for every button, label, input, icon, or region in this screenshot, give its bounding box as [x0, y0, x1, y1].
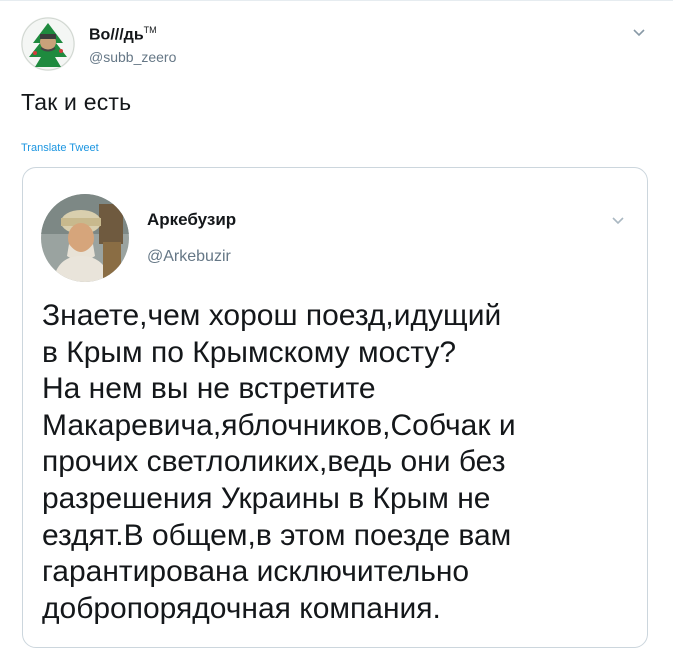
author-avatar[interactable]: [21, 17, 75, 71]
quoted-tweet-text: Знаете,чем хорош поезд,идущий в Крым по …: [42, 298, 632, 627]
tweet-page: Bo///дьTM @subb_zeero Так и есть Transla…: [0, 0, 673, 662]
quoted-text-line: в Крым по Крымскому мосту?: [42, 335, 457, 369]
quoted-text-line: На нем вы не встретите: [42, 372, 376, 406]
translate-tweet-link[interactable]: Translate Tweet: [21, 142, 99, 154]
author-name-text: Bo///дь: [89, 26, 144, 44]
quoted-tweet[interactable]: Аркебузир @Arkebuzir Знаете,чем хорош по…: [22, 167, 648, 648]
author-handle[interactable]: @subb_zeero: [89, 49, 176, 65]
tweet-text: Так и есть: [21, 89, 132, 115]
quoted-author-name[interactable]: Аркебузир: [147, 210, 236, 230]
quoted-text-line: добропорядочная компания.: [42, 591, 441, 625]
quoted-text-line: Знаете,чем хорош поезд,идущий: [42, 299, 502, 332]
quoted-text-line: Макаревича,яблочников,Собчак и: [42, 408, 516, 442]
quoted-author-avatar[interactable]: [41, 194, 129, 282]
author-name[interactable]: Bo///дьTM: [89, 25, 157, 44]
quoted-text-line: прочих светлоликих,ведь они без: [42, 445, 506, 479]
chevron-down-icon[interactable]: [632, 28, 646, 38]
quoted-chevron-down-icon[interactable]: [611, 216, 625, 226]
quoted-author-handle[interactable]: @Arkebuzir: [147, 248, 231, 266]
quoted-text-line: ездят.В общем,в этом поезде вам: [42, 518, 512, 552]
trademark-mark: TM: [143, 25, 157, 35]
quoted-text-line: гарантирована исключительно: [42, 555, 470, 589]
quoted-text-line: разрешения Украины в Крым не: [42, 481, 491, 515]
